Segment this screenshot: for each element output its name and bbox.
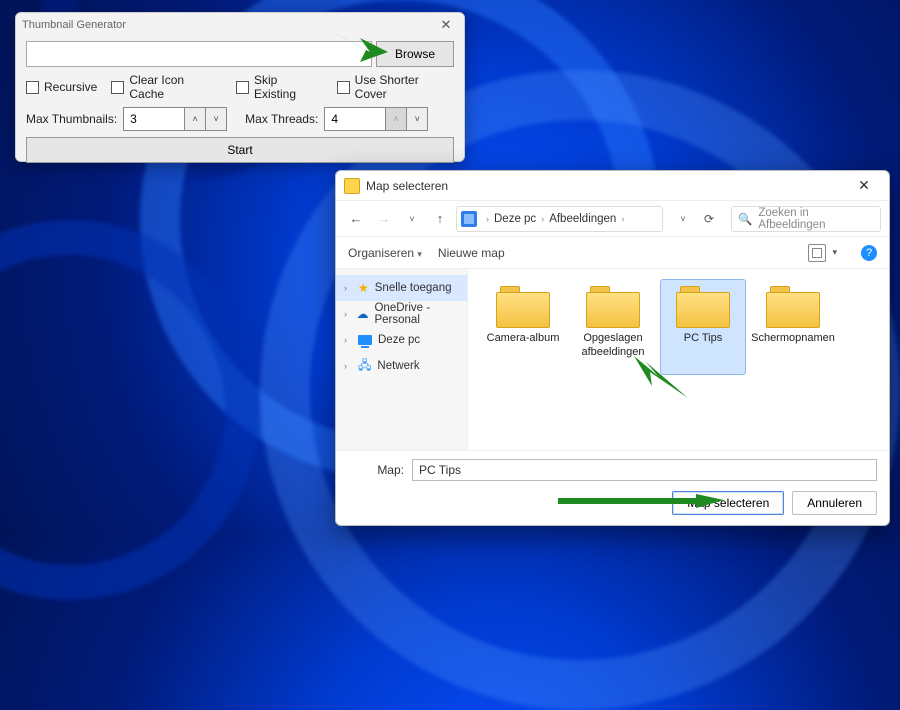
titlebar: Thumbnail Generator ✕ xyxy=(16,13,464,37)
cloud-icon: ☁ xyxy=(356,307,368,321)
dialog-footer: Map: PC Tips Map selecteren Annuleren xyxy=(336,450,889,525)
folder-item-selected[interactable]: PC Tips xyxy=(660,279,746,375)
network-icon: 🖧 xyxy=(358,356,371,377)
nav-bar: ← → ˅ ↑ › Deze pc › Afbeeldingen › ˅ ⟳ 🔍… xyxy=(336,201,889,237)
breadcrumb-sub[interactable]: Afbeeldingen xyxy=(549,213,616,225)
recursive-checkbox[interactable]: Recursive xyxy=(26,80,97,94)
sidebar-item-this-pc[interactable]: › Deze pc xyxy=(336,327,467,353)
sidebar-item-quick-access[interactable]: › ★ Snelle toegang xyxy=(336,275,467,301)
max-thumbnails-input[interactable]: 3 xyxy=(123,107,185,131)
folder-label: PC Tips xyxy=(684,332,723,346)
window-title: Thumbnail Generator xyxy=(22,19,126,31)
refresh-icon[interactable]: ⟳ xyxy=(697,207,721,231)
sidebar-item-network[interactable]: › 🖧 Netwerk xyxy=(336,353,467,379)
back-icon[interactable]: ← xyxy=(344,207,368,231)
recent-icon[interactable]: ˅ xyxy=(400,207,424,231)
titlebar: Map selecteren ✕ xyxy=(336,171,889,201)
folder-icon xyxy=(766,286,820,328)
spin-down-icon[interactable]: ˅ xyxy=(406,107,428,131)
checkbox-icon xyxy=(26,81,39,94)
close-icon[interactable]: ✕ xyxy=(434,17,458,33)
max-threads-input[interactable]: 4 xyxy=(324,107,386,131)
new-folder-button[interactable]: Nieuwe map xyxy=(438,246,505,260)
this-pc-icon xyxy=(461,211,477,227)
checkbox-icon xyxy=(111,81,124,94)
shorter-cover-checkbox[interactable]: Use Shorter Cover xyxy=(337,73,454,101)
map-label: Map: xyxy=(348,463,404,477)
checkbox-icon xyxy=(337,81,350,94)
path-input[interactable] xyxy=(26,41,372,67)
folder-icon xyxy=(344,178,360,194)
search-placeholder: Zoeken in Afbeeldingen xyxy=(758,207,874,231)
select-folder-button[interactable]: Map selecteren xyxy=(672,491,784,515)
search-input[interactable]: 🔍 Zoeken in Afbeeldingen xyxy=(731,206,881,232)
close-icon[interactable]: ✕ xyxy=(847,171,881,200)
spin-up-icon[interactable]: ˄ xyxy=(385,107,407,131)
search-icon: 🔍 xyxy=(738,212,752,226)
chevron-right-icon: › xyxy=(483,214,492,224)
folder-label: Opgeslagen afbeeldingen xyxy=(573,332,653,360)
chevron-right-icon: › xyxy=(618,214,627,224)
view-options-icon[interactable] xyxy=(808,244,826,262)
up-icon[interactable]: ↑ xyxy=(428,207,452,231)
max-thumbnails-label: Max Thumbnails: xyxy=(26,112,117,126)
address-dropdown-icon[interactable]: ˅ xyxy=(671,207,695,231)
spin-up-icon[interactable]: ˄ xyxy=(184,107,206,131)
chevron-right-icon: › xyxy=(538,214,547,224)
clear-cache-checkbox[interactable]: Clear Icon Cache xyxy=(111,73,222,101)
folder-grid: Camera-album Opgeslagen afbeeldingen PC … xyxy=(468,269,889,450)
chevron-right-icon: › xyxy=(344,361,352,371)
pc-icon xyxy=(358,335,372,345)
browse-button[interactable]: Browse xyxy=(376,41,454,67)
help-icon[interactable]: ? xyxy=(861,245,877,261)
folder-item[interactable]: Camera-album xyxy=(480,279,566,375)
chevron-down-icon: ▾ xyxy=(417,249,422,259)
folder-label: Camera-album xyxy=(487,332,560,346)
spin-down-icon[interactable]: ˅ xyxy=(205,107,227,131)
chevron-right-icon: › xyxy=(344,283,352,293)
chevron-down-icon[interactable]: ▾ xyxy=(832,247,837,258)
folder-icon xyxy=(586,286,640,328)
breadcrumb-root[interactable]: Deze pc xyxy=(494,213,536,225)
sidebar-item-onedrive[interactable]: › ☁ OneDrive - Personal xyxy=(336,301,467,327)
folder-item[interactable]: Opgeslagen afbeeldingen xyxy=(570,279,656,375)
star-icon: ★ xyxy=(358,281,369,295)
folder-picker-dialog: Map selecteren ✕ ← → ˅ ↑ › Deze pc › Afb… xyxy=(335,170,890,526)
folder-label: Schermopnamen xyxy=(751,332,835,346)
sidebar: › ★ Snelle toegang › ☁ OneDrive - Person… xyxy=(336,269,468,450)
address-bar[interactable]: › Deze pc › Afbeeldingen › xyxy=(456,206,663,232)
folder-item[interactable]: Schermopnamen xyxy=(750,279,836,375)
chevron-right-icon: › xyxy=(344,309,350,319)
dialog-title: Map selecteren xyxy=(366,179,448,193)
map-input[interactable]: PC Tips xyxy=(412,459,877,481)
chevron-right-icon: › xyxy=(344,335,352,345)
start-button[interactable]: Start xyxy=(26,137,454,163)
max-threads-label: Max Threads: xyxy=(245,112,318,126)
checkbox-icon xyxy=(236,81,249,94)
cancel-button[interactable]: Annuleren xyxy=(792,491,877,515)
folder-icon xyxy=(496,286,550,328)
organize-menu[interactable]: Organiseren ▾ xyxy=(348,246,422,260)
forward-icon[interactable]: → xyxy=(372,207,396,231)
folder-icon xyxy=(676,286,730,328)
thumbnail-generator-window: Thumbnail Generator ✕ Browse Recursive C… xyxy=(15,12,465,162)
skip-existing-checkbox[interactable]: Skip Existing xyxy=(236,73,323,101)
toolbar: Organiseren ▾ Nieuwe map ▾ ? xyxy=(336,237,889,269)
